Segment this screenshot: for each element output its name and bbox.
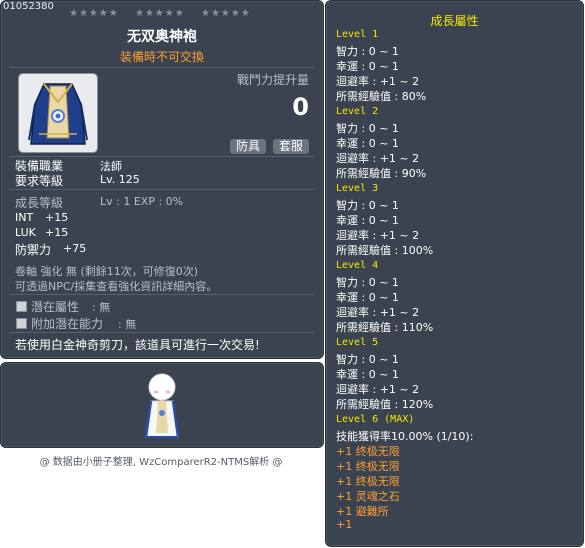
potential-icon [16,301,27,312]
level-stat: 智力 : 0 ~ 1 [336,122,399,135]
growth-title: 成長屬性 [430,14,479,28]
level-stat: 所需經驗值 : 100% [336,244,434,257]
stat-value-defense: +75 [63,242,87,255]
level-stat: 迴避率 : +1 ~ 2 [336,75,420,88]
stat-name-luk: LUK [15,226,36,239]
level-1-label: Level 1 [336,29,379,40]
npc-info-note: 可透過NPC/採集查看強化資訊詳細內容。 [15,280,218,293]
avatar-preview-panel [0,362,324,448]
level-stat: 迴避率 : +1 ~ 2 [336,152,420,165]
level-stat: 幸運 : 0 ~ 1 [336,60,399,73]
level-stat: 所需經驗值 : 90% [336,167,427,180]
skill-acquire-rate: 技能獲得率10.00% (1/10): [336,430,474,443]
scissors-trade-note: 若使用白金神奇剪刀，該道具可進行一次交易! [15,338,260,352]
skill-bonus: +1 终极无限 [336,475,400,488]
level-stat: 幸運 : 0 ~ 1 [336,291,399,304]
growth-attributes-panel: 成長屬性 Level 1 智力 : 0 ~ 1 幸運 : 0 ~ 1 迴避率 :… [325,0,584,547]
required-level-label: 要求等級 [15,174,64,188]
job-value: 法師 [100,160,122,173]
star-row-3: ★★★★★ [201,8,251,19]
item-id: 01052380 [3,1,54,12]
character-avatar [144,373,180,438]
level-stat: 所需經驗值 : 110% [336,321,434,334]
growth-level-label: 成長等級 [15,196,64,210]
level-stat: 所需經驗值 : 120% [336,398,434,411]
stat-value-luk: +15 [45,226,69,239]
additional-potential-label: 附加潛在能力 [31,317,104,331]
divider [9,67,315,68]
category-tag-armor: 防具 [230,139,267,154]
scroll-enhance-info: 卷軸 強化 無 (剩餘11次，可修復0次) [15,265,199,278]
level-4-label: Level 4 [336,260,379,271]
required-level-value: Lv. 125 [100,173,140,186]
divider [9,294,315,295]
category-tag-overall: 套服 [273,139,310,154]
level-2-label: Level 2 [336,106,379,117]
level-stat: 智力 : 0 ~ 1 [336,199,399,212]
level-stat: 所需經驗值 : 80% [336,90,427,103]
data-source-credit: @ 数据由小册子整理, WzComparerR2-NTMS解析 @ [39,457,283,468]
divider [9,189,315,190]
skill-bonus: +1 终极无限 [336,460,400,473]
combat-power-label: 戰鬥力提升量 [236,73,309,87]
trade-restriction-note: 装備時不可交換 [119,50,204,64]
item-icon-frame [18,73,98,153]
item-name: 无双奥神袍 [127,29,197,45]
growth-level-value: Lv : 1 EXP : 0% [100,195,184,208]
level-6-label: Level 6 (MAX) [336,414,415,425]
level-stat: 智力 : 0 ~ 1 [336,45,399,58]
potential-label: 潛在屬性 [31,300,80,314]
level-stat: 幸運 : 0 ~ 1 [336,214,399,227]
stat-value-int: +15 [45,211,69,224]
skill-bonus: +1 终极无限 [336,445,400,458]
level-stat: 幸運 : 0 ~ 1 [336,368,399,381]
level-5-label: Level 5 [336,337,379,348]
additional-potential-value: : 無 [118,318,137,331]
additional-potential-icon [16,318,27,329]
skill-bonus: +1 灵魂之石 [336,490,400,503]
combat-power-value: 0 [292,93,309,121]
star-row-1: ★★★★★ [69,8,119,19]
star-row-2: ★★★★★ [135,8,185,19]
level-stat: 迴避率 : +1 ~ 2 [336,306,420,319]
level-3-label: Level 3 [336,183,379,194]
skill-bonus: +1 [336,518,353,531]
item-tooltip-panel: 01052380 ★★★★★ ★★★★★ ★★★★★ 无双奥神袍 装備時不可交換… [0,0,324,359]
level-stat: 智力 : 0 ~ 1 [336,353,399,366]
level-stat: 迴避率 : +1 ~ 2 [336,229,420,242]
stat-name-int: INT [15,211,34,224]
level-stat: 幸運 : 0 ~ 1 [336,137,399,150]
level-stat: 迴避率 : +1 ~ 2 [336,383,420,396]
level-stat: 智力 : 0 ~ 1 [336,276,399,289]
skill-bonus: +1 避難所 [336,505,389,518]
robe-icon [28,83,88,145]
potential-value: : 無 [92,301,111,314]
stat-name-defense: 防禦力 [15,243,52,257]
divider [9,332,315,333]
